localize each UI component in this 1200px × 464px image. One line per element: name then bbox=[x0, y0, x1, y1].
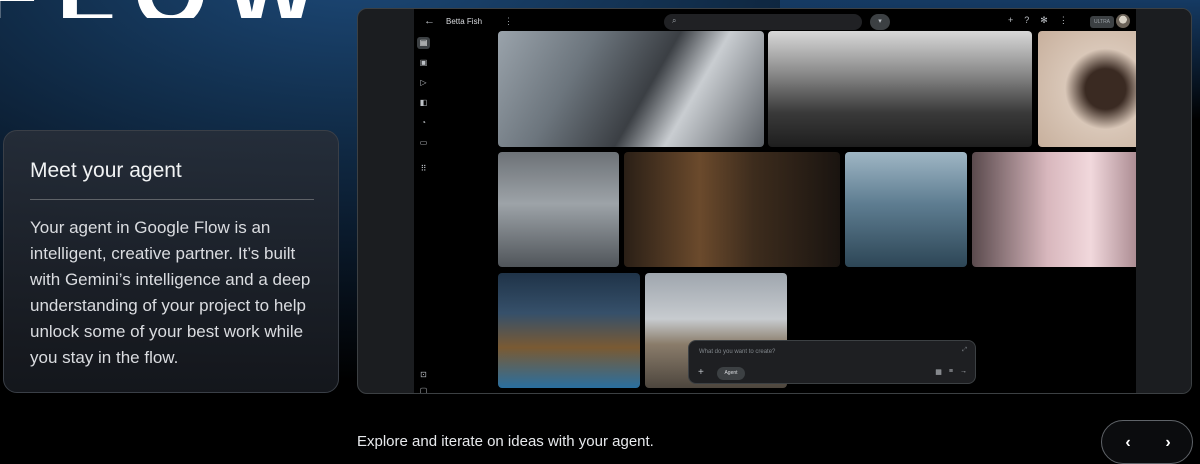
list-icon[interactable]: ≡ bbox=[949, 368, 953, 376]
media-tile[interactable] bbox=[498, 273, 640, 388]
account-icon[interactable]: ▢ bbox=[417, 385, 430, 393]
prompt-composer[interactable]: What do you want to create? ⤢ + Agent ▦ … bbox=[688, 340, 976, 384]
right-side-panel bbox=[1136, 9, 1191, 393]
add-icon[interactable]: + bbox=[1008, 15, 1013, 26]
project-more-icon[interactable]: ⋮ bbox=[504, 16, 513, 27]
expand-icon[interactable]: ⤢ bbox=[962, 347, 967, 354]
project-title: Betta Fish bbox=[446, 17, 483, 26]
agent-mode-button[interactable]: Agent bbox=[717, 367, 745, 380]
app-canvas: ← Betta Fish ⋮ ⌕ ▾ + ? ✻ ⋮ ULTRA What do… bbox=[414, 9, 1188, 393]
hero-title-fragment: FLOW bbox=[0, 0, 335, 18]
search-icon: ⌕ bbox=[672, 16, 677, 25]
media-tile[interactable] bbox=[498, 31, 764, 147]
settings-icon[interactable]: ✻ bbox=[1040, 15, 1048, 26]
grid-icon[interactable]: ▦ bbox=[935, 368, 942, 376]
more-vert-icon[interactable]: ⋮ bbox=[1059, 15, 1068, 26]
plan-badge: ULTRA bbox=[1090, 16, 1115, 28]
add-media-icon[interactable]: + bbox=[698, 367, 704, 378]
back-arrow-icon[interactable]: ← bbox=[424, 15, 435, 27]
frames-icon[interactable]: ◧ bbox=[417, 97, 430, 109]
folder-icon[interactable]: ▭ bbox=[417, 137, 430, 149]
upload-icon[interactable]: ⊡ bbox=[417, 369, 430, 381]
media-tile[interactable] bbox=[624, 152, 840, 267]
avatar[interactable] bbox=[1116, 14, 1130, 28]
search-input[interactable]: ⌕ bbox=[664, 14, 862, 30]
carousel-nav: ‹ › bbox=[1101, 420, 1193, 464]
filter-dropdown-button[interactable]: ▾ bbox=[870, 14, 890, 30]
palette-icon[interactable]: ◔ bbox=[417, 117, 430, 129]
topbar-actions: + ? ✻ ⋮ bbox=[1008, 15, 1068, 26]
video-icon[interactable]: ▷ bbox=[417, 77, 430, 89]
agent-card-title: Meet your agent bbox=[30, 159, 182, 182]
send-icon[interactable]: → bbox=[960, 368, 967, 376]
agent-card-body: Your agent in Google Flow is an intellig… bbox=[30, 218, 311, 367]
left-tool-rail: ▤ ▣ ▷ ◧ ◔ ▭ ⠿ ⊡ ▢ bbox=[414, 33, 434, 393]
image-icon[interactable]: ▣ bbox=[417, 57, 430, 69]
help-icon[interactable]: ? bbox=[1024, 15, 1029, 26]
apps-icon[interactable]: ⠿ bbox=[417, 163, 430, 175]
media-tile[interactable] bbox=[845, 152, 967, 267]
prompt-input[interactable]: What do you want to create? bbox=[699, 349, 775, 355]
app-screenshot-frame: ← Betta Fish ⋮ ⌕ ▾ + ? ✻ ⋮ ULTRA What do… bbox=[357, 8, 1192, 394]
previous-slide-button[interactable]: ‹ bbox=[1116, 431, 1140, 455]
agent-card-divider bbox=[30, 199, 314, 200]
next-slide-button[interactable]: › bbox=[1156, 431, 1180, 455]
prompt-actions: ▦ ≡ → bbox=[935, 368, 967, 376]
agent-info-card: Meet your agent Your agent in Google Flo… bbox=[3, 130, 339, 393]
media-tile[interactable] bbox=[768, 31, 1032, 147]
media-tile[interactable] bbox=[498, 152, 619, 267]
slide-caption: Explore and iterate on ideas with your a… bbox=[357, 433, 654, 450]
grid-view-icon[interactable]: ▤ bbox=[417, 37, 430, 49]
